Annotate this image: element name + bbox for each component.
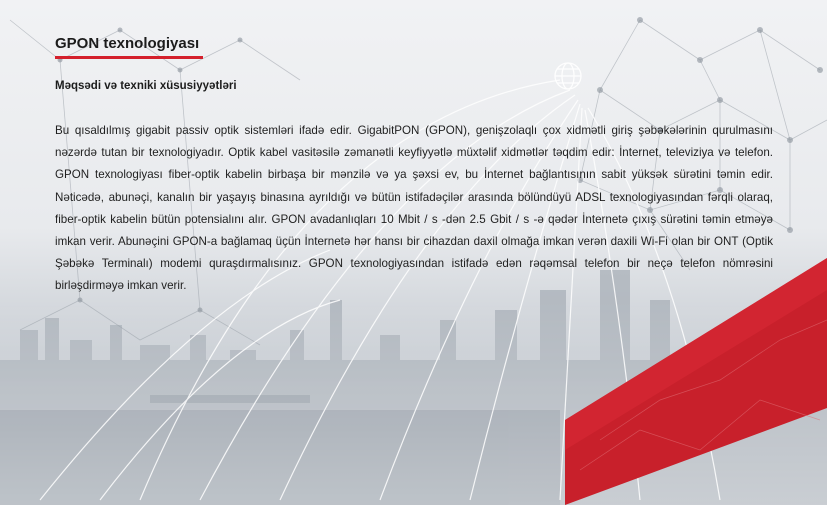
page-subtitle: Məqsədi və texniki xüsusiyyətləri	[55, 80, 237, 92]
body-paragraph: Bu qısaldılmış gigabit passiv optik sist…	[55, 124, 773, 293]
title-underline	[55, 56, 203, 59]
page-title: GPON texnologiyası	[55, 35, 200, 52]
